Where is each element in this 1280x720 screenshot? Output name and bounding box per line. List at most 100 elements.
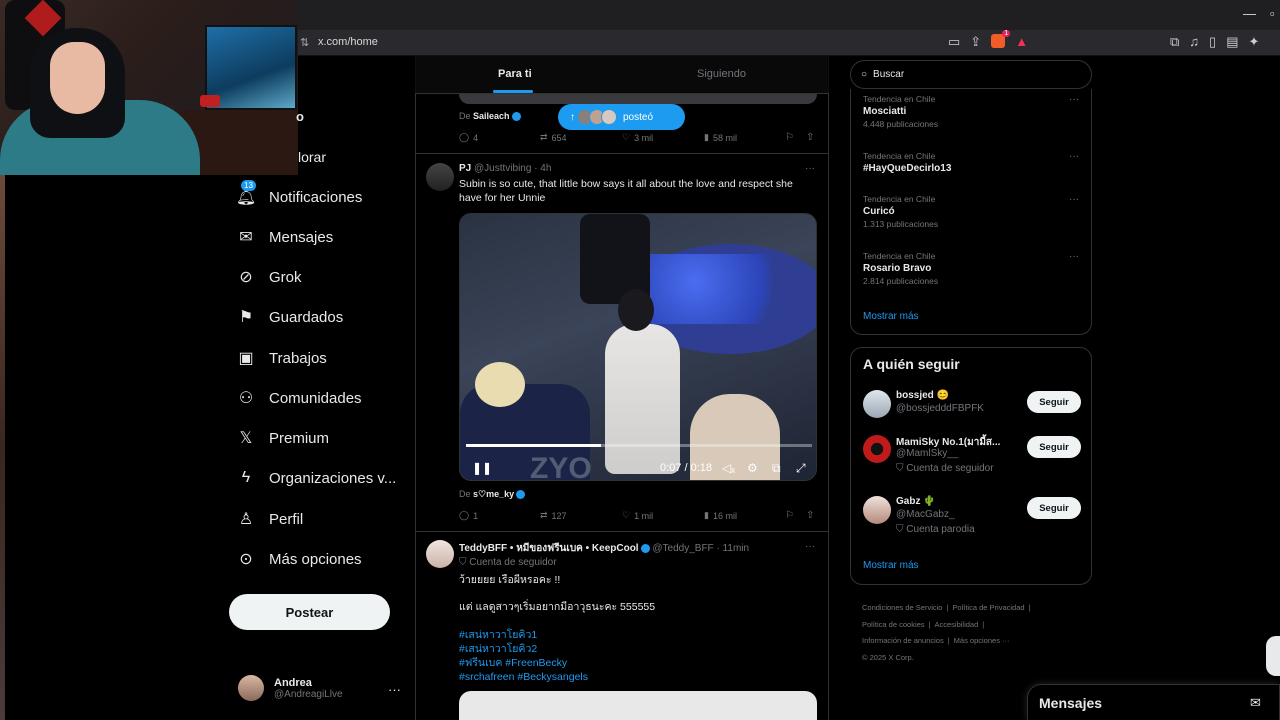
nav-label: Notificaciones (269, 188, 363, 206)
trend-count: 1.313 publicaciones (863, 219, 939, 229)
tab-para-ti[interactable]: Para ti (498, 68, 532, 80)
nav-item-guardados[interactable]: ⚑ Guardados (237, 308, 343, 327)
share-button[interactable]: ⇧ (806, 510, 814, 521)
footer-link[interactable]: Más opciones ··· (954, 636, 1010, 645)
repost-button[interactable]: ⇄ 654 (540, 132, 567, 143)
settings-icon[interactable]: ⚙ (747, 461, 758, 475)
hashtag-link[interactable]: #srchafreen #Beckysangels (459, 670, 814, 684)
account-switcher[interactable]: Andrea @AndreagiLlve (238, 675, 343, 701)
views-button[interactable]: ▮ 58 mil (704, 132, 737, 143)
source-name[interactable]: Saileach (473, 111, 510, 121)
fullscreen-icon[interactable]: ⤢ (796, 461, 806, 476)
briefcase-icon: ▣ (238, 350, 254, 367)
follow-suggestion[interactable]: Gabz 🌵 @MacGabz_ ⛉ Cuenta parodia Seguir (863, 496, 1083, 540)
trend-more-icon[interactable]: ··· (1069, 194, 1079, 205)
nav-partial-label[interactable]: o (296, 109, 304, 124)
avatar (863, 496, 891, 524)
search-input[interactable]: ○ Buscar (850, 60, 1092, 89)
previous-tweet-media[interactable] (459, 94, 817, 104)
like-button[interactable]: ♡ 1 mil (622, 510, 653, 521)
hashtag-link[interactable]: #ฟรีนเบค #FreenBecky (459, 656, 814, 670)
hashtag-link[interactable]: #เสน่หาวาโยคิว2 (459, 642, 814, 656)
avatar[interactable] (426, 540, 454, 568)
follow-suggestion[interactable]: bossjed 😊 @bossjedddFBPFK Seguir (863, 390, 1083, 430)
reply-button[interactable]: ◯ 4 (459, 132, 478, 143)
trends-show-more-link[interactable]: Mostrar más (863, 311, 919, 322)
author-name[interactable]: TeddyBFF • หมีของฟรีนเบค • KeepCool (459, 543, 639, 554)
views-count: 16 mil (712, 510, 737, 521)
like-button[interactable]: ♡ 3 mil (622, 132, 653, 143)
account-more-icon[interactable]: ··· (388, 682, 401, 697)
tweet-more-icon[interactable]: ··· (805, 163, 815, 174)
footer-link[interactable]: Información de anuncios (862, 636, 944, 645)
minimize-icon[interactable]: — (1243, 6, 1256, 21)
brave-shield-icon[interactable]: 1 (991, 30, 1011, 48)
follow-button[interactable]: Seguir (1027, 391, 1081, 413)
follow-suggestion[interactable]: MamiSky No.1(มามี้ส... @MamlSky__ ⛉ Cuen… (863, 435, 1083, 479)
bookmark-button[interactable]: ⚐ (785, 132, 794, 143)
tweet-more-icon[interactable]: ··· (805, 541, 815, 552)
nav-item-notificaciones[interactable]: 🔔︎ 13 Notificaciones (236, 180, 363, 206)
follow-button[interactable]: Seguir (1027, 436, 1081, 458)
floating-widget[interactable] (1266, 636, 1280, 676)
music-icon[interactable]: ♫ (1189, 34, 1199, 50)
trend-more-icon[interactable]: ··· (1069, 251, 1079, 262)
nav-item-explore-partial[interactable]: lorar (298, 149, 326, 165)
nav-item-trabajos[interactable]: ▣ Trabajos (237, 349, 326, 368)
follow-button[interactable]: Seguir (1027, 497, 1081, 519)
screenshot-icon[interactable]: ⧉ (1170, 34, 1179, 50)
repost-button[interactable]: ⇄ 127 (540, 510, 567, 521)
follow-show-more-link[interactable]: Mostrar más (863, 560, 919, 571)
messages-drawer[interactable]: Mensajes ✉ (1027, 684, 1280, 720)
trend-item[interactable]: Tendencia en Chile Curicó 1.313 publicac… (863, 194, 938, 229)
nav-item-organizaciones[interactable]: ϟ Organizaciones v... (237, 469, 397, 487)
nav-item-perfil[interactable]: ♙ Perfil (237, 510, 303, 529)
trend-more-icon[interactable]: ··· (1069, 94, 1079, 105)
tweet-time[interactable]: · 11min (716, 543, 749, 554)
nav-item-comunidades[interactable]: ⚇ Comunidades (237, 389, 362, 408)
author-name[interactable]: PJ (459, 163, 471, 174)
trend-more-icon[interactable]: ··· (1069, 151, 1079, 162)
pause-icon[interactable]: ❚❚ (472, 461, 492, 475)
share-button[interactable]: ⇧ (806, 132, 814, 143)
hashtag-link[interactable]: #เสน่หาวาโยคิว1 (459, 628, 814, 642)
new-posts-pill[interactable]: ↑ posteó (558, 104, 685, 130)
views-button[interactable]: ▮ 16 mil (704, 510, 737, 521)
post-button[interactable]: Postear (229, 594, 390, 630)
maximize-icon[interactable]: ▫ (1270, 6, 1275, 21)
tweet-time[interactable]: · 4h (534, 163, 551, 174)
trend-item[interactable]: Tendencia en Chile Rosario Bravo 2.814 p… (863, 251, 938, 286)
footer-link[interactable]: Condiciones de Servicio (862, 603, 942, 612)
sidebar-icon[interactable]: ▯ (1209, 34, 1216, 50)
pip-icon[interactable]: ⧉ (772, 461, 781, 476)
tweet-media[interactable] (459, 691, 817, 720)
wallet-icon[interactable]: ▤ (1226, 34, 1238, 50)
video-progress-bar[interactable] (466, 444, 812, 447)
new-message-icon[interactable]: ✉ (1250, 695, 1261, 711)
footer-link[interactable]: Accesibilidad (935, 620, 979, 629)
site-settings-icon[interactable]: ⇅ (300, 36, 309, 49)
footer-link[interactable]: Política de cookies (862, 620, 925, 629)
tab-siguiendo[interactable]: Siguiendo (697, 68, 746, 80)
trend-item[interactable]: Tendencia en Chile #HayQueDecirlo13 (863, 151, 951, 174)
rewards-icon[interactable]: ▲ (1015, 34, 1028, 50)
source-name[interactable]: s♡me_ky (473, 489, 514, 499)
reply-button[interactable]: ◯ 1 (459, 510, 478, 521)
cast-icon[interactable]: ▭ (948, 34, 960, 50)
extensions-icon[interactable]: ✦ (1249, 34, 1260, 50)
volume-icon[interactable]: ◁ₓ (722, 461, 735, 475)
author-handle[interactable]: @Justtvibing (474, 163, 531, 174)
nav-item-mas-opciones[interactable]: ⊙ Más opciones (237, 550, 361, 569)
share-icon[interactable]: ⇪ (970, 34, 981, 50)
trend-item[interactable]: Tendencia en Chile Mosciatti 4.448 publi… (863, 94, 938, 129)
bookmark-button[interactable]: ⚐ (785, 510, 794, 521)
nav-item-grok[interactable]: ⊘ Grok (237, 268, 301, 287)
footer-link[interactable]: Política de Privacidad (952, 603, 1024, 612)
trend-context: Tendencia en Chile (863, 151, 936, 161)
nav-item-premium[interactable]: 𝕏 Premium (237, 429, 329, 448)
avatar[interactable] (426, 163, 454, 191)
nav-item-mensajes[interactable]: ✉ Mensajes (237, 228, 333, 247)
author-handle[interactable]: @Teddy_BFF (652, 543, 713, 554)
video-player[interactable]: ZYO ❚❚ 0:07 / 0:18 ◁ₓ ⚙ ⧉ ⤢ (459, 213, 817, 481)
url-text[interactable]: x.com/home (318, 36, 378, 48)
